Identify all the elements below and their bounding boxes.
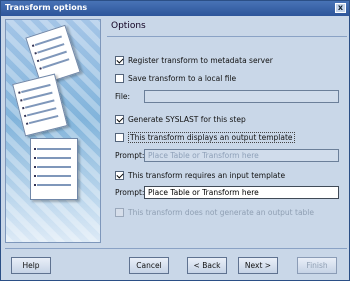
save-local-checkbox[interactable] xyxy=(115,73,124,83)
wizard-illustration xyxy=(5,19,101,243)
output-prompt-label: Prompt: xyxy=(115,151,145,160)
finish-button: Finish xyxy=(297,257,337,274)
generate-syslast-checkbox[interactable] xyxy=(115,114,124,124)
document-icon xyxy=(30,138,78,200)
help-button[interactable]: Help xyxy=(11,257,51,274)
next-button[interactable]: Next > xyxy=(238,257,278,274)
output-prompt-input[interactable]: Place Table or Transform here xyxy=(144,149,339,162)
window-title: Transform options xyxy=(5,3,88,12)
document-icon xyxy=(12,73,68,137)
generate-syslast-label: Generate SYSLAST for this step xyxy=(128,114,246,124)
no-output-table-label: This transform does not generate an outp… xyxy=(128,207,314,217)
register-metadata-checkbox[interactable] xyxy=(115,55,124,65)
output-template-checkbox[interactable] xyxy=(115,132,124,142)
back-button[interactable]: < Back xyxy=(187,257,227,274)
save-local-label: Save transform to a local file xyxy=(128,73,237,83)
input-template-checkbox[interactable] xyxy=(115,170,124,180)
divider xyxy=(107,36,347,37)
input-prompt-label: Prompt: xyxy=(115,188,145,197)
generate-syslast-option[interactable]: Generate SYSLAST for this step xyxy=(115,113,246,125)
no-output-table-option: This transform does not generate an outp… xyxy=(115,206,314,218)
no-output-table-checkbox xyxy=(115,207,124,217)
register-metadata-option[interactable]: Register transform to metadata server xyxy=(115,54,273,66)
register-metadata-label: Register transform to metadata server xyxy=(128,55,273,65)
title-bar: Transform options x xyxy=(1,1,349,16)
transform-options-dialog: Transform options x Options Register tra… xyxy=(0,0,350,281)
input-template-label: This transform requires an input templat… xyxy=(128,170,286,180)
file-path-input[interactable] xyxy=(144,90,339,103)
save-local-option[interactable]: Save transform to a local file xyxy=(115,72,236,84)
cancel-button[interactable]: Cancel xyxy=(129,257,169,274)
options-heading: Options xyxy=(111,21,146,31)
bottom-divider xyxy=(5,248,347,249)
close-button[interactable]: x xyxy=(335,3,346,13)
input-template-option[interactable]: This transform requires an input templat… xyxy=(115,169,285,181)
file-label: File: xyxy=(115,92,131,101)
input-prompt-input[interactable]: Place Table or Transform here xyxy=(144,186,339,199)
output-template-label: This transform displays an output templa… xyxy=(128,131,295,143)
output-template-option[interactable]: This transform displays an output templa… xyxy=(115,131,295,143)
